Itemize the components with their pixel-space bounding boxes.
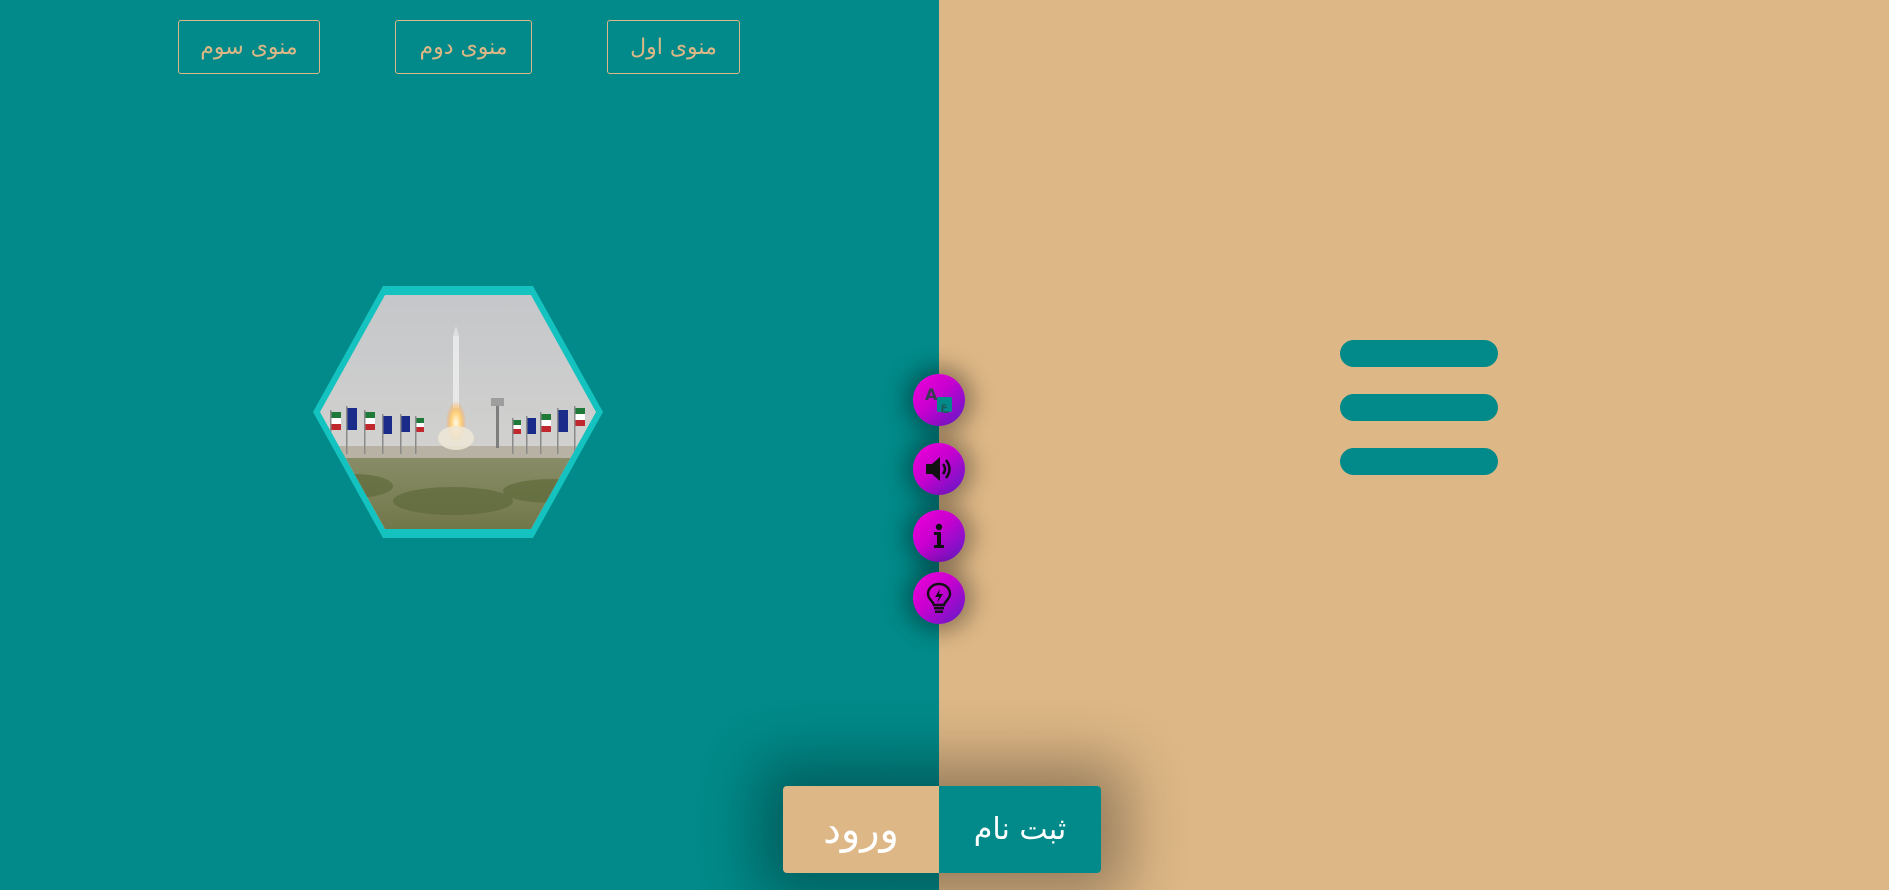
hamburger-menu-button[interactable] xyxy=(1340,340,1498,476)
idea-button[interactable] xyxy=(913,572,965,624)
hamburger-bar xyxy=(1340,340,1498,367)
login-button[interactable]: ورود xyxy=(783,786,939,873)
info-icon xyxy=(934,523,944,548)
info-button[interactable] xyxy=(913,510,965,562)
menu-item-second[interactable]: منوی دوم xyxy=(395,20,532,74)
hamburger-bar xyxy=(1340,394,1498,421)
hamburger-bar xyxy=(1340,448,1498,475)
lightbulb-icon xyxy=(926,582,952,613)
sound-button[interactable] xyxy=(913,443,965,495)
menu-item-first[interactable]: منوی اول xyxy=(607,20,740,74)
hexagon-image xyxy=(313,286,603,538)
speaker-icon xyxy=(926,457,951,481)
auth-button-group: ورود ثبت نام xyxy=(783,786,1101,873)
rocket-launch-image xyxy=(313,286,603,538)
translate-button[interactable]: A ع xyxy=(913,374,965,426)
svg-text:ع: ع xyxy=(940,399,949,413)
translate-icon: A ع xyxy=(925,385,952,413)
register-button[interactable]: ثبت نام xyxy=(939,786,1101,873)
menu-item-third[interactable]: منوی سوم xyxy=(178,20,320,74)
svg-text:A: A xyxy=(925,385,938,404)
